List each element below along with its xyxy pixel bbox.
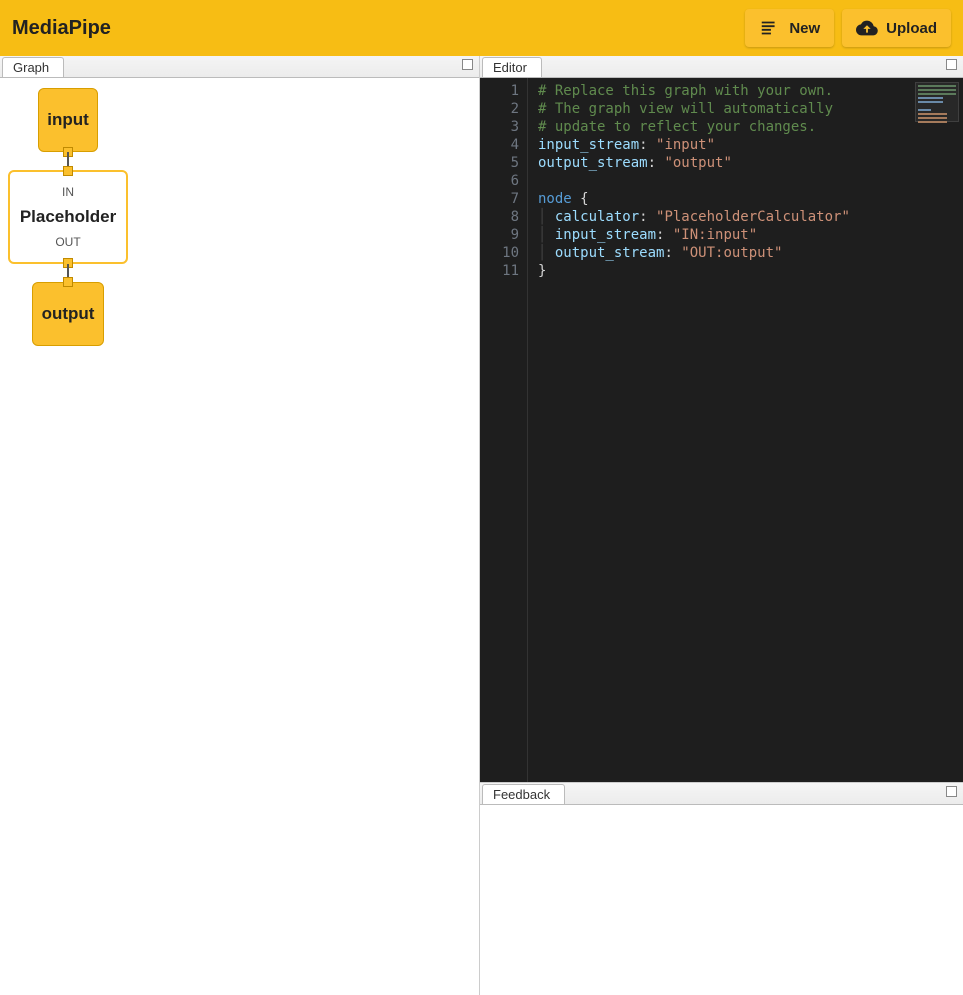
graph-tab[interactable]: Graph — [2, 57, 64, 77]
editor-panel: Editor 1234567891011 # Replace this grap… — [480, 56, 963, 782]
maximize-icon[interactable] — [946, 786, 957, 797]
upload-button[interactable]: Upload — [842, 9, 951, 47]
new-button-label: New — [789, 20, 820, 37]
graph-node-in-label: IN — [62, 185, 74, 199]
upload-button-label: Upload — [886, 20, 937, 37]
feedback-tab-row: Feedback — [480, 783, 963, 805]
graph-node-input[interactable]: input — [38, 88, 98, 152]
graph-tab-row: Graph — [0, 56, 479, 78]
right-column: Editor 1234567891011 # Replace this grap… — [480, 56, 963, 995]
maximize-icon[interactable] — [946, 59, 957, 70]
main-area: Graph input IN Placeholder OUT — [0, 56, 963, 995]
graph-tab-label: Graph — [13, 60, 49, 75]
graph-node-output[interactable]: output — [32, 282, 104, 346]
new-button[interactable]: New — [745, 9, 834, 47]
graph-canvas[interactable]: input IN Placeholder OUT output — [0, 78, 479, 995]
graph-panel: Graph input IN Placeholder OUT — [0, 56, 480, 995]
port-dot[interactable] — [63, 166, 73, 176]
feedback-panel: Feedback — [480, 782, 963, 995]
graph-node-placeholder[interactable]: IN Placeholder OUT — [8, 170, 128, 264]
feedback-tab[interactable]: Feedback — [482, 784, 565, 804]
notes-icon — [759, 17, 781, 39]
editor-code[interactable]: # Replace this graph with your own.# The… — [528, 78, 850, 782]
maximize-icon[interactable] — [462, 59, 473, 70]
graph-node-calc-name: Placeholder — [20, 207, 116, 227]
editor-gutter: 1234567891011 — [480, 78, 528, 782]
editor-tab-row: Editor — [480, 56, 963, 78]
editor-tab-label: Editor — [493, 60, 527, 75]
port-dot[interactable] — [63, 277, 73, 287]
app-header: MediaPipe New Upload — [0, 0, 963, 56]
graph-node-out-label: OUT — [55, 235, 80, 249]
graph-node-input-label: input — [47, 110, 89, 130]
code-editor[interactable]: 1234567891011 # Replace this graph with … — [480, 78, 963, 782]
graph-node-output-label: output — [42, 304, 95, 324]
cloud-upload-icon — [856, 17, 878, 39]
feedback-tab-label: Feedback — [493, 787, 550, 802]
editor-minimap[interactable] — [915, 82, 959, 122]
feedback-body — [480, 805, 963, 995]
app-title: MediaPipe — [12, 17, 111, 40]
editor-tab[interactable]: Editor — [482, 57, 542, 77]
